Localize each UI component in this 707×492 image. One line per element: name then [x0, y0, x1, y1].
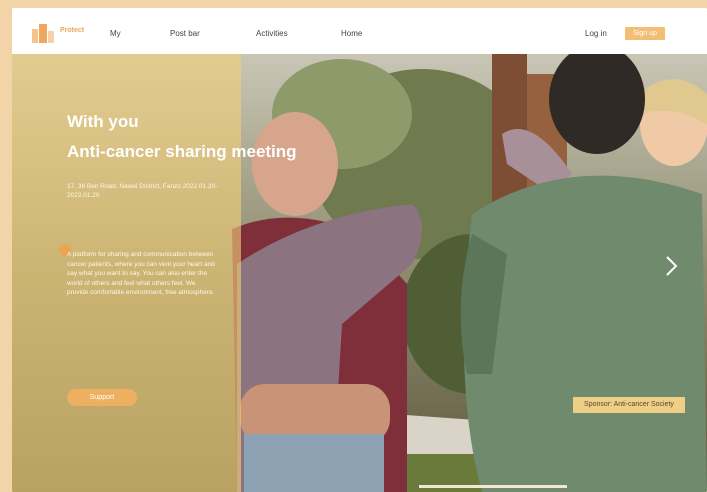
hero-title-line2: Anti-cancer sharing meeting: [67, 142, 297, 161]
hero-title-line1: With you: [67, 112, 139, 131]
carousel-indicator[interactable]: [419, 485, 567, 488]
signup-button[interactable]: Sign up: [625, 27, 665, 40]
logo-icon: [32, 24, 54, 43]
logo-text: Protect: [60, 27, 85, 34]
sponsor-badge: Sponsor: Anti-cancer Society: [573, 397, 685, 413]
event-address: 17, 36 Ben Road, Nawei District, Fanzo 2…: [67, 183, 218, 199]
nav-home[interactable]: Home: [341, 29, 362, 38]
support-button[interactable]: Support: [67, 389, 137, 406]
nav-activities[interactable]: Activities: [256, 29, 288, 38]
top-navbar: Protect My Post bar Activities Home Log …: [12, 8, 707, 55]
nav-my[interactable]: My: [110, 29, 121, 38]
browser-frame: Protect My Post bar Activities Home Log …: [12, 8, 707, 492]
nav-post-bar[interactable]: Post bar: [170, 29, 200, 38]
hero-banner: With you Anti-cancer sharing meeting 17,…: [12, 54, 707, 492]
hero-description: A platform for sharing and communication…: [67, 251, 215, 297]
chevron-right-icon[interactable]: [664, 254, 680, 278]
login-link[interactable]: Log in: [585, 29, 607, 38]
logo[interactable]: Protect: [30, 21, 90, 43]
